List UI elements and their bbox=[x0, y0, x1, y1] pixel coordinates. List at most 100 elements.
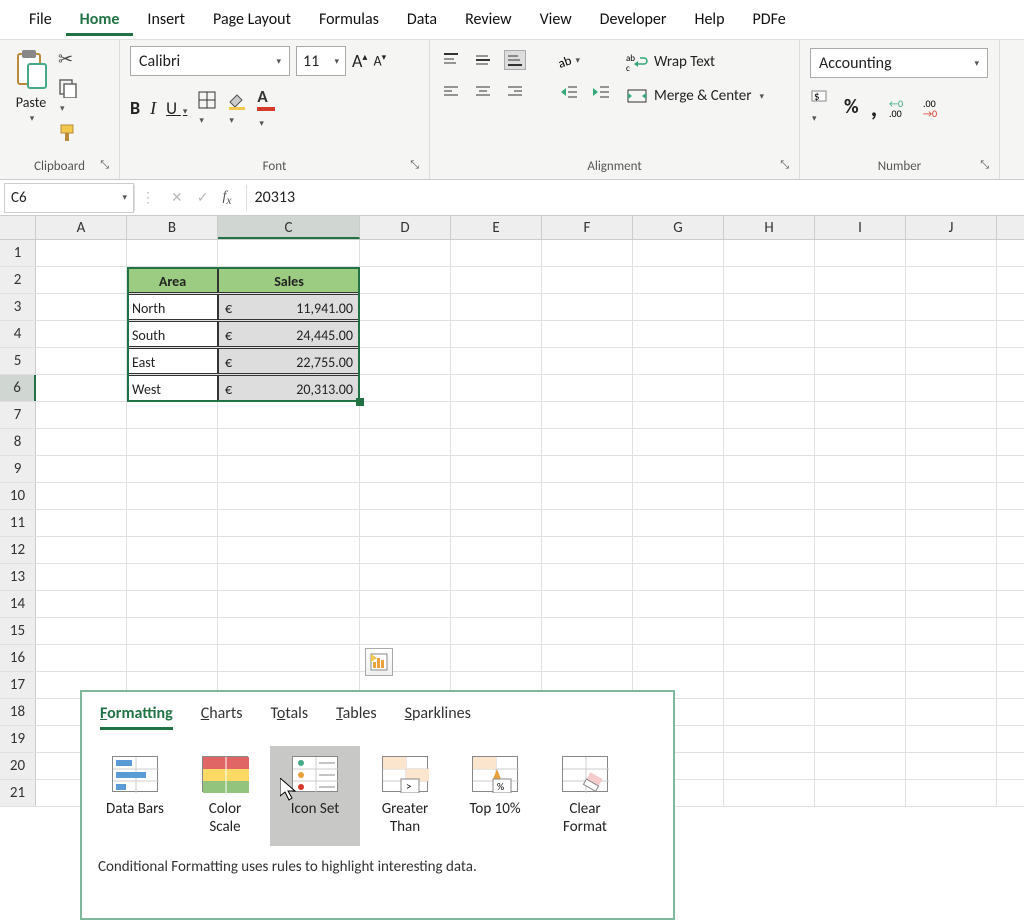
cell[interactable] bbox=[36, 618, 127, 644]
cell[interactable]: Area bbox=[127, 267, 218, 293]
cell[interactable] bbox=[815, 402, 906, 428]
cell[interactable] bbox=[542, 240, 633, 266]
enter-formula-icon[interactable]: ✓ bbox=[197, 189, 209, 207]
cell[interactable] bbox=[218, 591, 360, 617]
cell[interactable]: North bbox=[127, 294, 218, 320]
cell[interactable] bbox=[724, 429, 815, 455]
cell[interactable] bbox=[906, 510, 997, 536]
cell[interactable] bbox=[360, 321, 451, 347]
col-header[interactable]: G bbox=[633, 216, 724, 239]
cell[interactable] bbox=[906, 240, 997, 266]
cell[interactable] bbox=[127, 402, 218, 428]
cell[interactable] bbox=[906, 375, 997, 401]
cell[interactable] bbox=[542, 537, 633, 563]
wrap-text-button[interactable]: abc Wrap Text bbox=[626, 52, 764, 72]
decrease-font-icon[interactable]: A▾ bbox=[373, 52, 386, 70]
row-header[interactable]: 11 bbox=[0, 510, 36, 536]
select-all-corner[interactable] bbox=[0, 216, 36, 239]
cell[interactable] bbox=[906, 429, 997, 455]
cell[interactable] bbox=[451, 645, 542, 671]
italic-button[interactable]: I bbox=[150, 98, 156, 119]
cell[interactable] bbox=[906, 726, 997, 752]
menu-review[interactable]: Review bbox=[451, 3, 526, 36]
row-header[interactable]: 18 bbox=[0, 699, 36, 725]
cell[interactable] bbox=[815, 510, 906, 536]
cell[interactable] bbox=[633, 483, 724, 509]
menu-data[interactable]: Data bbox=[393, 3, 451, 36]
formula-input[interactable]: 20313 bbox=[247, 188, 1024, 207]
comma-button[interactable]: , bbox=[871, 101, 878, 113]
row-header[interactable]: 8 bbox=[0, 429, 36, 455]
number-format-select[interactable]: Accounting▾ bbox=[810, 48, 988, 78]
align-bottom-icon[interactable] bbox=[504, 50, 526, 70]
cell[interactable] bbox=[36, 294, 127, 320]
col-header[interactable]: I bbox=[815, 216, 906, 239]
cell[interactable]: Sales bbox=[218, 267, 360, 293]
menu-formulas[interactable]: Formulas bbox=[305, 3, 393, 36]
cell[interactable] bbox=[218, 402, 360, 428]
cell[interactable] bbox=[724, 375, 815, 401]
cell[interactable] bbox=[218, 510, 360, 536]
fill-color-button[interactable]: ▾ bbox=[227, 90, 247, 127]
cell[interactable] bbox=[815, 294, 906, 320]
row-header[interactable]: 5 bbox=[0, 348, 36, 374]
cell[interactable] bbox=[633, 537, 724, 563]
cell[interactable] bbox=[360, 510, 451, 536]
cell[interactable] bbox=[360, 348, 451, 374]
cell[interactable] bbox=[724, 699, 815, 725]
cell[interactable] bbox=[451, 267, 542, 293]
cell[interactable] bbox=[633, 645, 724, 671]
cell[interactable] bbox=[815, 267, 906, 293]
cell[interactable] bbox=[36, 456, 127, 482]
cell[interactable] bbox=[36, 537, 127, 563]
cell[interactable] bbox=[815, 591, 906, 617]
cell[interactable] bbox=[906, 537, 997, 563]
qa-tab-sparklines[interactable]: Sparklines bbox=[405, 704, 471, 730]
cell[interactable] bbox=[815, 564, 906, 590]
cell[interactable] bbox=[633, 564, 724, 590]
cell[interactable] bbox=[218, 456, 360, 482]
cell[interactable] bbox=[633, 591, 724, 617]
cell[interactable] bbox=[815, 726, 906, 752]
cell[interactable] bbox=[36, 240, 127, 266]
row-header[interactable]: 20 bbox=[0, 753, 36, 779]
merge-center-button[interactable]: Merge & Center ▾ bbox=[626, 86, 764, 106]
cell[interactable] bbox=[724, 456, 815, 482]
qa-tab-totals[interactable]: Totals bbox=[271, 704, 309, 730]
cell[interactable]: €22,755.00 bbox=[218, 348, 360, 374]
menu-page-layout[interactable]: Page Layout bbox=[199, 3, 305, 36]
row-header[interactable]: 9 bbox=[0, 456, 36, 482]
increase-indent-icon[interactable] bbox=[590, 82, 612, 102]
cell[interactable] bbox=[724, 753, 815, 779]
cell[interactable] bbox=[633, 456, 724, 482]
cell[interactable] bbox=[127, 510, 218, 536]
cell[interactable] bbox=[906, 591, 997, 617]
qa-tab-charts[interactable]: Charts bbox=[201, 704, 243, 730]
row-header[interactable]: 14 bbox=[0, 591, 36, 617]
qa-tab-tables[interactable]: Tables bbox=[336, 704, 377, 730]
qa-opt-data-bars[interactable]: Data Bars bbox=[90, 746, 180, 846]
cell[interactable] bbox=[542, 321, 633, 347]
cell[interactable] bbox=[542, 483, 633, 509]
cell[interactable] bbox=[127, 537, 218, 563]
row-header[interactable]: 19 bbox=[0, 726, 36, 752]
qa-opt-color-scale[interactable]: Color Scale bbox=[180, 746, 270, 846]
cell[interactable] bbox=[542, 456, 633, 482]
dialog-launcher-icon[interactable]: ⤡ bbox=[780, 158, 789, 172]
cell[interactable] bbox=[815, 429, 906, 455]
row-header[interactable]: 21 bbox=[0, 780, 36, 806]
col-header[interactable]: D bbox=[360, 216, 451, 239]
cell[interactable] bbox=[633, 294, 724, 320]
cell[interactable] bbox=[633, 240, 724, 266]
qa-opt-greater-than[interactable]: > Greater Than bbox=[360, 746, 450, 846]
dialog-launcher-icon[interactable]: ⤡ bbox=[980, 158, 989, 172]
align-left-icon[interactable] bbox=[440, 82, 462, 102]
cell[interactable] bbox=[360, 618, 451, 644]
cell[interactable] bbox=[724, 483, 815, 509]
cell[interactable] bbox=[360, 591, 451, 617]
col-header[interactable]: J bbox=[906, 216, 997, 239]
cell[interactable] bbox=[218, 564, 360, 590]
cut-icon[interactable]: ✂ bbox=[58, 48, 80, 70]
row-header[interactable]: 10 bbox=[0, 483, 36, 509]
cell[interactable] bbox=[451, 375, 542, 401]
